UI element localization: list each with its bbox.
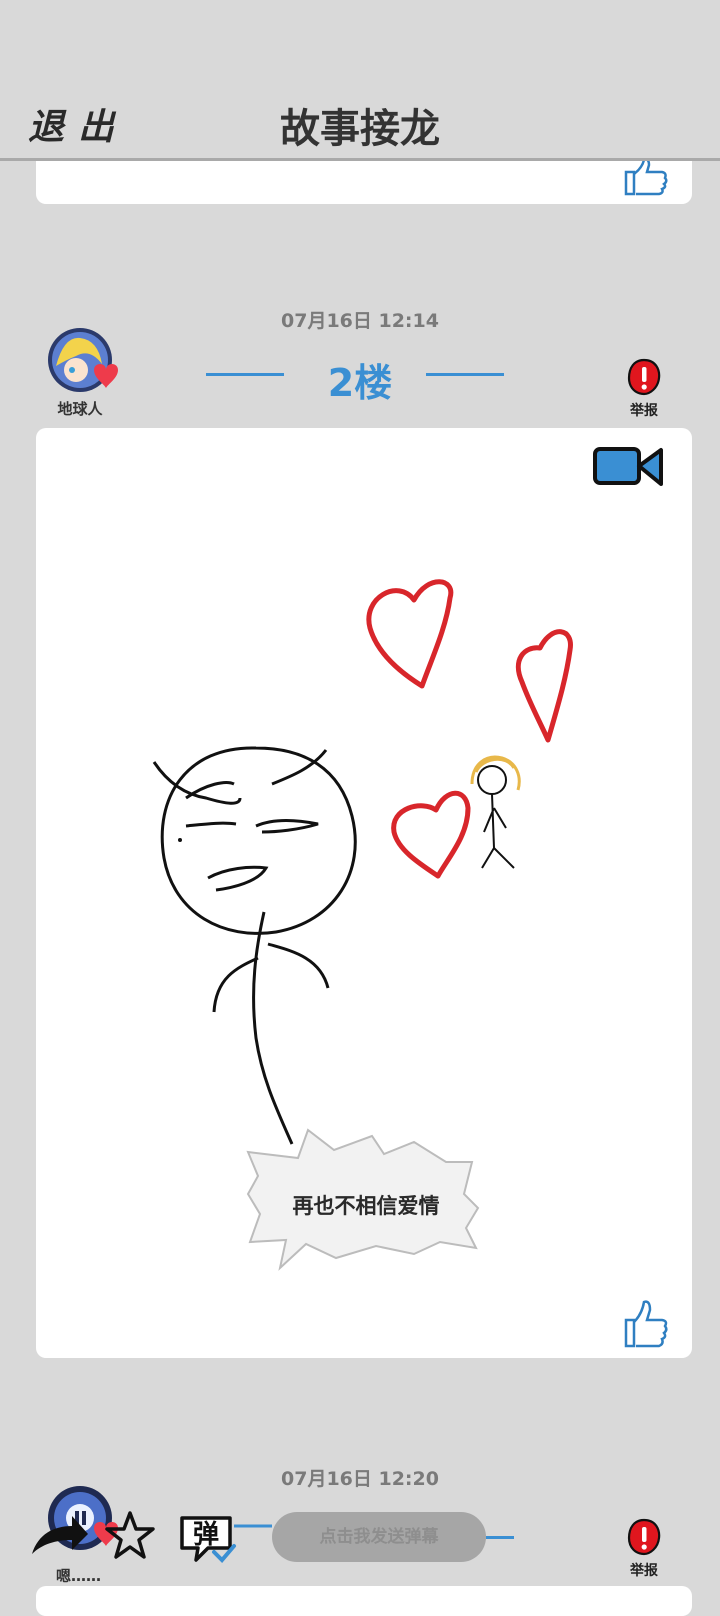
- report-label[interactable]: 举报: [614, 1560, 674, 1580]
- speech-bubble-text: 再也不相信爱情: [292, 1194, 440, 1218]
- report-label[interactable]: 举报: [614, 400, 674, 420]
- report-button[interactable]: [626, 358, 662, 402]
- username: 嗯……: [56, 1567, 102, 1585]
- danmaku-icon: 弹: [180, 1516, 272, 1563]
- report-icon: [627, 358, 661, 396]
- thumbs-up-icon[interactable]: [622, 1298, 670, 1350]
- share-arrow-icon[interactable]: [28, 1510, 90, 1560]
- report-icon: [627, 1518, 661, 1556]
- star-icon[interactable]: [104, 1510, 156, 1560]
- page-title: 故事接龙: [280, 106, 440, 152]
- danmaku-icon-text: 弹: [193, 1520, 219, 1550]
- next-post-card: [36, 1586, 692, 1616]
- header-divider: [0, 158, 720, 161]
- floor-line-right: [426, 373, 504, 376]
- floor-label: 2楼: [327, 361, 393, 405]
- floor-line-right: [486, 1536, 514, 1539]
- danmaku-input[interactable]: 点击我发送弹幕: [272, 1512, 486, 1562]
- danmaku-toggle[interactable]: 弹: [174, 1510, 274, 1564]
- report-button[interactable]: [626, 1518, 662, 1562]
- thumbs-up-icon[interactable]: [622, 156, 670, 198]
- top-header: 退出 故事接龙: [0, 0, 720, 161]
- post-card: 再也不相信爱情: [36, 428, 692, 1358]
